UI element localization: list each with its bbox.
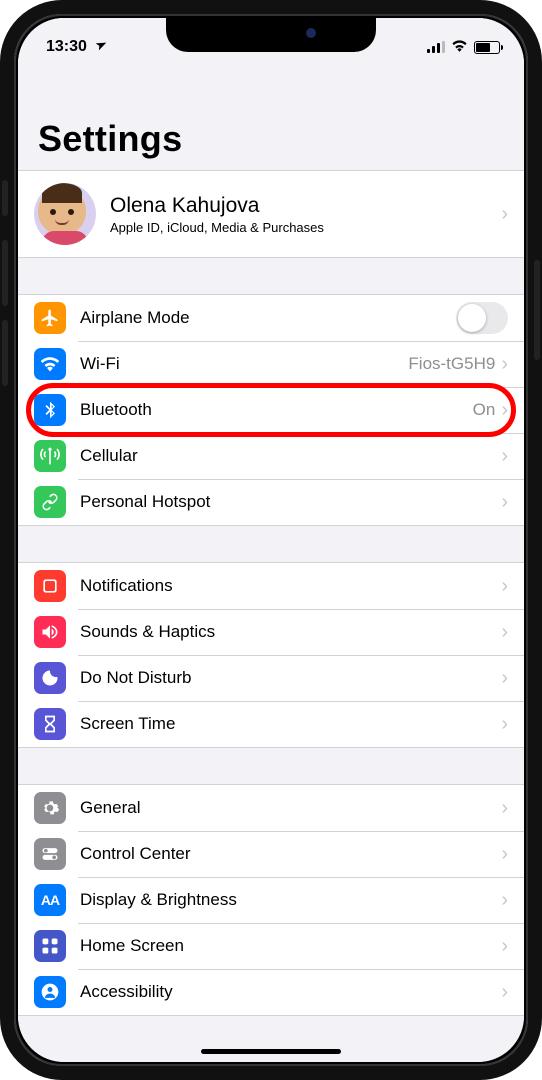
- wifi-label: Wi-Fi: [80, 354, 408, 374]
- chevron-right-icon: ›: [501, 353, 508, 376]
- bluetooth-label: Bluetooth: [80, 400, 473, 420]
- gear-icon: [34, 792, 66, 824]
- sounds-row[interactable]: Sounds & Haptics›: [18, 609, 524, 655]
- link-icon: [34, 486, 66, 518]
- general-row[interactable]: General›: [18, 785, 524, 831]
- display-row[interactable]: AA Display & Brightness›: [18, 877, 524, 923]
- accessibility-label: Accessibility: [80, 982, 501, 1002]
- switches-icon: [34, 838, 66, 870]
- screentime-label: Screen Time: [80, 714, 501, 734]
- dnd-row[interactable]: Do Not Disturb›: [18, 655, 524, 701]
- wifi-icon: [34, 348, 66, 380]
- airplane-label: Airplane Mode: [80, 308, 456, 328]
- chevron-right-icon: ›: [501, 575, 508, 598]
- wifi-row[interactable]: Wi-FiFios-tG5H9 ›: [18, 341, 524, 387]
- chevron-right-icon: ›: [501, 445, 508, 468]
- cellular-signal-icon: [427, 41, 445, 53]
- cellular-label: Cellular: [80, 446, 501, 466]
- airplane-row[interactable]: Airplane Mode: [18, 295, 524, 341]
- profile-name: Olena Kahujova: [110, 194, 501, 218]
- apple-id-row[interactable]: Olena Kahujova Apple ID, iCloud, Media &…: [18, 171, 524, 257]
- wifi-value: Fios-tG5H9: [408, 354, 495, 374]
- controlcenter-label: Control Center: [80, 844, 501, 864]
- chevron-right-icon: ›: [501, 981, 508, 1004]
- chevron-right-icon: ›: [501, 203, 508, 226]
- battery-icon: [474, 41, 500, 54]
- avatar: [34, 183, 96, 245]
- homescreen-label: Home Screen: [80, 936, 501, 956]
- homescreen-row[interactable]: Home Screen›: [18, 923, 524, 969]
- notifications-row[interactable]: Notifications›: [18, 563, 524, 609]
- display-label: Display & Brightness: [80, 890, 501, 910]
- chevron-right-icon: ›: [501, 621, 508, 644]
- hotspot-label: Personal Hotspot: [80, 492, 501, 512]
- chevron-right-icon: ›: [501, 843, 508, 866]
- controlcenter-row[interactable]: Control Center›: [18, 831, 524, 877]
- chevron-right-icon: ›: [501, 667, 508, 690]
- wifi-icon: [451, 39, 468, 56]
- airplane-toggle[interactable]: [456, 302, 508, 334]
- screentime-row[interactable]: Screen Time›: [18, 701, 524, 747]
- cellular-row[interactable]: Cellular›: [18, 433, 524, 479]
- bluetooth-value: On: [473, 400, 496, 420]
- hotspot-row[interactable]: Personal Hotspot›: [18, 479, 524, 525]
- general-label: General: [80, 798, 501, 818]
- dnd-label: Do Not Disturb: [80, 668, 501, 688]
- notifications-label: Notifications: [80, 576, 501, 596]
- bluetooth-row[interactable]: BluetoothOn›: [18, 387, 524, 433]
- chevron-right-icon: ›: [501, 491, 508, 514]
- grid-icon: [34, 930, 66, 962]
- chevron-right-icon: ›: [501, 399, 508, 422]
- chevron-right-icon: ›: [501, 935, 508, 958]
- page-title: Settings: [18, 66, 524, 170]
- airplane-icon: [34, 302, 66, 334]
- moon-icon: [34, 662, 66, 694]
- accessibility-row[interactable]: Accessibility›: [18, 969, 524, 1015]
- bell-icon: [34, 570, 66, 602]
- chevron-right-icon: ›: [501, 889, 508, 912]
- chevron-right-icon: ›: [501, 713, 508, 736]
- bluetooth-icon: [34, 394, 66, 426]
- location-icon: [91, 37, 109, 56]
- speaker-icon: [34, 616, 66, 648]
- chevron-right-icon: ›: [501, 797, 508, 820]
- sounds-label: Sounds & Haptics: [80, 622, 501, 642]
- home-indicator[interactable]: [201, 1049, 341, 1054]
- person-icon: [34, 976, 66, 1008]
- antenna-icon: [34, 440, 66, 472]
- AA-icon: AA: [34, 884, 66, 916]
- status-time: 13:30: [46, 38, 87, 56]
- hourglass-icon: [34, 708, 66, 740]
- profile-subtitle: Apple ID, iCloud, Media & Purchases: [110, 220, 501, 235]
